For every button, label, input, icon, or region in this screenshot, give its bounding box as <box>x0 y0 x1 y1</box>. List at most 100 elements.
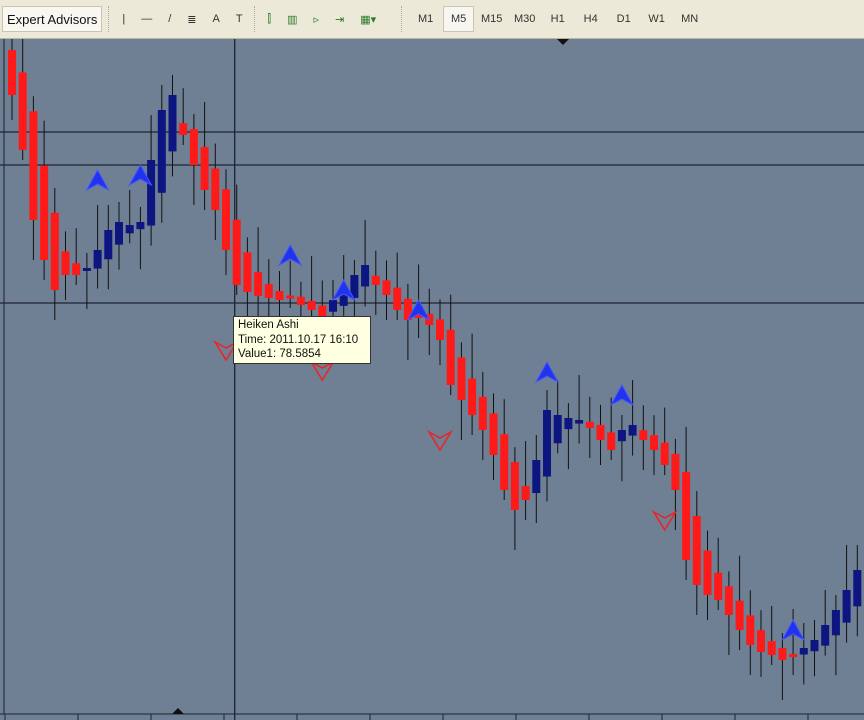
bull-candle <box>82 268 91 271</box>
timeframe-w1[interactable]: W1 <box>641 6 672 32</box>
timeframe-h1[interactable]: H1 <box>542 6 573 32</box>
buy-arrow-icon <box>85 168 110 192</box>
timeframe-h4[interactable]: H4 <box>575 6 606 32</box>
chart-shift-marker <box>557 39 569 45</box>
bear-candle <box>735 600 744 630</box>
tooltip-value: Value1: 78.5854 <box>238 348 321 360</box>
bull-candle <box>147 160 156 226</box>
bear-candle <box>307 300 316 310</box>
bull-candle <box>799 648 808 655</box>
bear-candle <box>200 147 209 190</box>
timeframe-m30[interactable]: M30 <box>509 6 540 32</box>
timeframe-d1[interactable]: D1 <box>608 6 639 32</box>
bull-candle <box>853 570 862 607</box>
text-icon[interactable]: A <box>207 6 224 32</box>
bull-candle <box>329 300 337 312</box>
bear-candle <box>457 357 466 400</box>
bear-candle <box>489 413 498 455</box>
bear-candle <box>254 272 263 296</box>
bull-candle <box>575 420 584 424</box>
bear-candle <box>596 424 605 440</box>
buy-arrow-icon <box>534 360 560 384</box>
bull-candle <box>842 590 851 623</box>
bear-candle <box>211 168 220 210</box>
bear-candle <box>179 123 188 135</box>
bull-candle <box>628 425 637 436</box>
toolbar: Expert Advisors | — / ≣ A T ⫿ ▥ ▹ ⇥ ▦▾ M1 M5 M15 M30… <box>0 0 864 39</box>
bear-candle <box>286 295 295 299</box>
bull-candle <box>104 230 113 260</box>
bear-candle <box>585 421 594 428</box>
text-label-icon[interactable]: T <box>231 6 248 32</box>
bear-candle <box>189 129 198 165</box>
bull-candle <box>617 430 626 442</box>
bear-candle <box>660 442 669 465</box>
bull-candle <box>361 265 370 287</box>
toolbar-separator <box>108 6 111 32</box>
bear-candle <box>468 378 477 415</box>
bear-candle <box>50 212 59 290</box>
bear-candle <box>671 453 680 490</box>
expert-advisors-button[interactable]: Expert Advisors <box>2 6 103 32</box>
bull-candle <box>564 418 573 430</box>
bar-chart-icon[interactable]: ⫿ <box>263 6 277 32</box>
horizontal-line-icon[interactable]: — <box>136 6 157 32</box>
bull-candle <box>821 625 830 646</box>
candlestick-icon[interactable]: ▥ <box>282 6 302 32</box>
sell-arrow-icon <box>426 429 454 452</box>
bull-candle <box>157 110 166 193</box>
timeframe-m1[interactable]: M1 <box>410 6 441 32</box>
bear-candle <box>500 434 509 490</box>
bear-candle <box>382 280 391 295</box>
bear-candle <box>521 486 530 500</box>
bear-candle <box>18 72 27 150</box>
bear-candle <box>767 641 776 655</box>
bear-candle <box>789 654 798 658</box>
bear-candle <box>703 550 712 595</box>
tooltip-time: Time: 2011.10.17 16:10 <box>238 333 359 346</box>
bear-candle <box>639 430 648 440</box>
chart-tooltip: Heiken Ashi Time: 2011.10.17 16:10 Value… <box>233 316 371 364</box>
bull-candle <box>125 225 134 234</box>
bear-candle <box>222 189 230 250</box>
tooltip-title: Heiken Ashi <box>238 319 299 331</box>
bear-candle <box>682 471 691 560</box>
bear-candle <box>8 50 16 95</box>
bull-candle <box>136 222 145 230</box>
toolbar-separator <box>401 6 404 32</box>
bull-candle <box>115 222 123 245</box>
trendline-icon[interactable]: / <box>163 6 176 32</box>
bear-candle <box>692 515 701 585</box>
bull-candle <box>543 410 551 477</box>
bear-candle <box>393 287 402 310</box>
bear-candle <box>510 462 519 510</box>
bear-candle <box>478 396 487 430</box>
bull-candle <box>553 415 562 444</box>
bear-candle <box>29 111 38 220</box>
bear-candle <box>757 630 765 652</box>
auto-scroll-icon[interactable]: ▹ <box>308 6 324 32</box>
bear-candle <box>296 296 305 305</box>
bear-candle <box>746 615 755 645</box>
scroll-marker <box>172 708 184 714</box>
timeframe-mn[interactable]: MN <box>674 6 705 32</box>
bull-candle <box>93 250 102 269</box>
bull-candle <box>831 610 840 636</box>
chart-shift-icon[interactable]: ⇥ <box>330 6 349 32</box>
sell-arrow-icon <box>651 509 678 532</box>
toolbar-separator <box>253 6 257 32</box>
bear-candle <box>607 432 616 450</box>
bear-candle <box>650 435 658 450</box>
price-chart[interactable] <box>0 39 864 720</box>
bear-candle <box>371 275 380 285</box>
bull-candle <box>810 640 819 652</box>
sell-arrow-icon <box>309 359 336 382</box>
vertical-line-icon[interactable]: | <box>117 6 130 32</box>
templates-icon[interactable]: ▦▾ <box>355 6 381 32</box>
bear-candle <box>446 329 455 385</box>
bear-candle <box>243 252 252 292</box>
timeframe-m15[interactable]: M15 <box>476 6 507 32</box>
fibonacci-icon[interactable]: ≣ <box>182 6 201 32</box>
timeframe-m5[interactable]: M5 <box>443 6 475 32</box>
bear-candle <box>61 251 70 275</box>
